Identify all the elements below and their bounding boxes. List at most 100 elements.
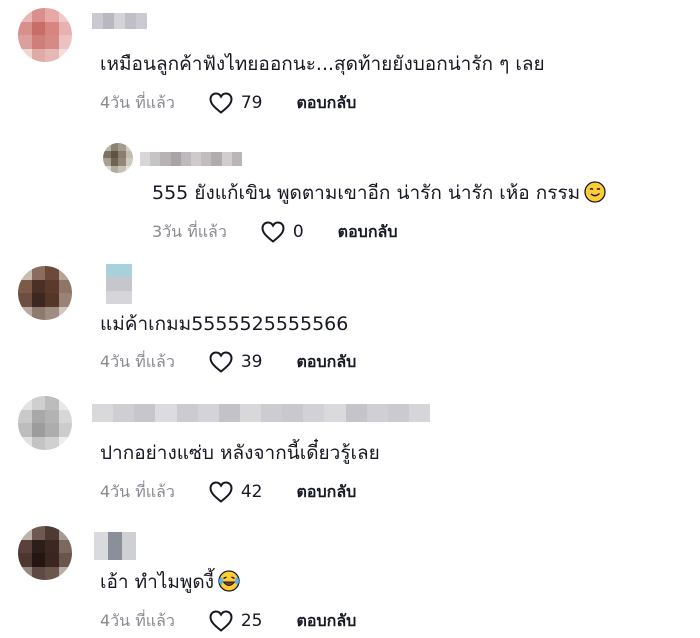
username-pixel	[108, 532, 122, 560]
reply-button[interactable]: ตอบกลับ	[338, 222, 398, 242]
avatar-pixel	[45, 21, 59, 35]
comment-text: เอ้า ทำไมพูดงี้	[100, 570, 240, 594]
avatar-pixel	[18, 293, 32, 307]
timestamp: 4วัน ที่แล้ว	[100, 611, 175, 630]
avatar-pixel	[18, 553, 32, 567]
avatar-pixel	[18, 35, 32, 49]
username-pixel	[103, 13, 114, 29]
avatar-pixel	[103, 165, 111, 173]
avatar-pixel	[125, 143, 133, 151]
avatar-pixel	[31, 566, 45, 580]
avatar-pixel	[58, 8, 72, 22]
reply-button[interactable]: ตอบกลับ	[296, 482, 356, 502]
username-pixel	[92, 404, 114, 422]
username-pixel	[150, 152, 161, 166]
avatar-pixel	[31, 48, 45, 62]
avatar-pixel	[45, 35, 59, 49]
like-button[interactable]: 25	[209, 610, 262, 632]
username-pixel	[218, 404, 240, 422]
avatar-pixel	[31, 293, 45, 307]
username-pixel	[261, 404, 283, 422]
reply-button[interactable]: ตอบกลับ	[296, 93, 356, 113]
comment-text: 555 ยังแก้เขิน พูดตามเขาอีก น่ารัก น่ารั…	[152, 181, 606, 205]
reply-button[interactable]: ตอบกลับ	[296, 611, 356, 631]
comment-meta: 4วัน ที่แล้ว 79 ตอบกลับ	[100, 92, 356, 114]
username-pixel	[136, 13, 147, 29]
timestamp: 4วัน ที่แล้ว	[100, 352, 175, 371]
username-blurred[interactable]	[92, 13, 147, 29]
avatar-pixel	[31, 8, 45, 22]
username-blurred[interactable]	[106, 264, 132, 304]
avatar-pixel	[45, 553, 59, 567]
avatar-pixel	[103, 150, 111, 158]
avatar-pixel	[45, 266, 59, 280]
avatar[interactable]	[103, 143, 133, 173]
avatar-pixel	[118, 150, 126, 158]
avatar-pixel	[31, 423, 45, 437]
like-button[interactable]: 0	[261, 221, 304, 243]
username-pixel	[239, 404, 261, 422]
username-pixel	[180, 152, 192, 166]
avatar[interactable]	[18, 266, 72, 320]
avatar-pixel	[45, 423, 59, 437]
username-pixel	[106, 290, 132, 304]
username-pixel	[170, 152, 181, 166]
avatar-pixel	[18, 436, 32, 450]
avatar-pixel	[110, 158, 118, 166]
like-button[interactable]: 42	[209, 481, 263, 503]
avatar[interactable]	[18, 396, 72, 450]
avatar-pixel	[45, 306, 59, 320]
avatar-pixel	[45, 436, 59, 450]
avatar-pixel	[45, 396, 59, 410]
avatar-pixel	[58, 566, 72, 580]
username-pixel	[140, 152, 151, 166]
username-pixel	[160, 152, 171, 166]
avatar-pixel	[18, 48, 32, 62]
heart-icon	[209, 351, 233, 373]
avatar-pixel	[18, 21, 32, 35]
avatar-pixel	[18, 423, 32, 437]
tears-of-joy-emoji	[218, 570, 240, 592]
avatar-pixel	[18, 539, 32, 553]
avatar-pixel	[45, 409, 59, 423]
username-pixel	[197, 404, 219, 422]
like-count: 0	[292, 222, 304, 242]
avatar-pixel	[58, 35, 72, 49]
username-pixel	[106, 264, 132, 278]
timestamp: 3วัน ที่แล้ว	[152, 222, 227, 241]
avatar-pixel	[58, 306, 72, 320]
avatar-pixel	[18, 566, 32, 580]
avatar-pixel	[18, 306, 32, 320]
username-pixel	[122, 532, 136, 560]
like-count: 42	[240, 482, 263, 502]
avatar-pixel	[118, 165, 126, 173]
timestamp: 4วัน ที่แล้ว	[100, 482, 175, 501]
avatar-pixel	[118, 143, 126, 151]
like-button[interactable]: 39	[209, 351, 262, 373]
avatar-pixel	[31, 266, 45, 280]
avatar-pixel	[58, 396, 72, 410]
comment-text-content: 555 ยังแก้เขิน พูดตามเขาอีก น่ารัก น่ารั…	[152, 182, 581, 204]
avatar-pixel	[31, 21, 45, 35]
comment-meta: 3วัน ที่แล้ว 0 ตอบกลับ	[152, 221, 397, 243]
comment-meta: 4วัน ที่แล้ว 39 ตอบกลับ	[100, 351, 356, 373]
username-blurred[interactable]	[92, 404, 430, 422]
avatar-pixel	[58, 21, 72, 35]
username-blurred[interactable]	[140, 152, 243, 166]
username-pixel	[303, 404, 325, 422]
username-pixel	[113, 404, 135, 422]
avatar[interactable]	[18, 8, 72, 62]
username-blurred[interactable]	[94, 532, 136, 560]
username-pixel	[191, 152, 202, 166]
reply-button[interactable]: ตอบกลับ	[296, 352, 356, 372]
avatar-pixel	[45, 539, 59, 553]
avatar[interactable]	[18, 526, 72, 580]
avatar-pixel	[118, 158, 126, 166]
username-pixel	[155, 404, 177, 422]
avatar-pixel	[31, 409, 45, 423]
avatar-pixel	[31, 526, 45, 540]
avatar-pixel	[58, 293, 72, 307]
comment-meta: 4วัน ที่แล้ว 42 ตอบกลับ	[100, 481, 356, 503]
like-button[interactable]: 79	[209, 92, 262, 114]
username-pixel	[231, 152, 243, 166]
